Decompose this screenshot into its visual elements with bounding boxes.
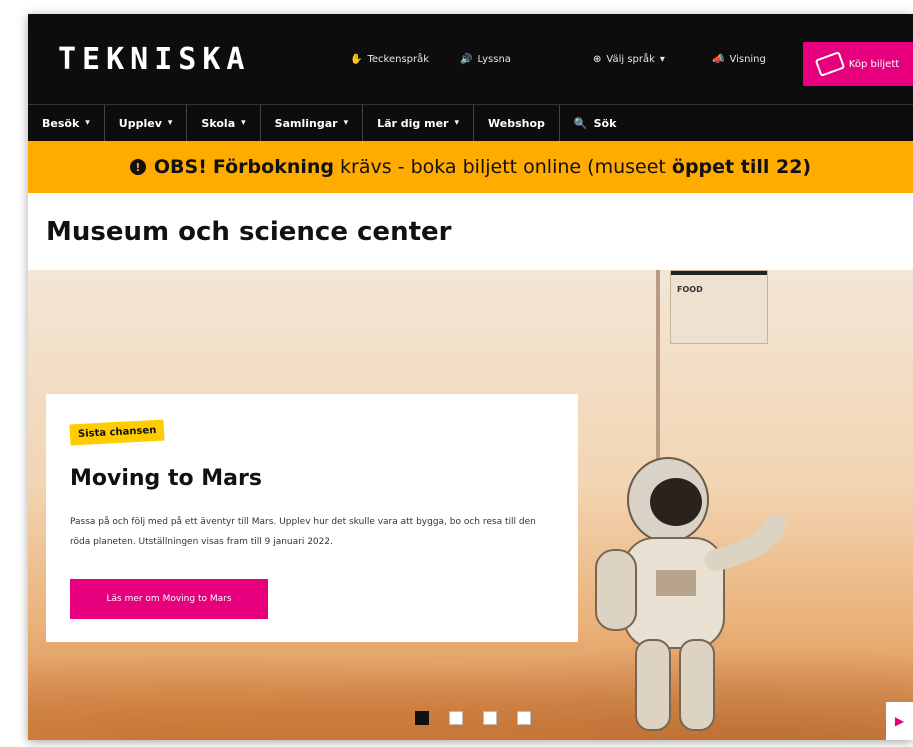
carousel-next-button[interactable]: ▶	[886, 702, 913, 740]
browser-viewport: TEKNISKA ✋ Teckenspråk 🔊 Lyssna ⊕ Välj s…	[28, 14, 913, 740]
carousel-dots	[415, 711, 531, 725]
page-title: Museum och science center	[46, 217, 452, 247]
carousel-dot-3[interactable]	[483, 711, 497, 725]
speaker-icon: 🔊	[460, 54, 473, 65]
util-link-label: Lyssna	[477, 54, 511, 65]
sign-label: FOOD	[677, 285, 703, 294]
chevron-down-icon: ▾	[241, 118, 246, 128]
chevron-down-icon: ▾	[659, 54, 665, 65]
exclamation-icon: !	[129, 159, 146, 175]
nav-item-label: Lär dig mer	[377, 116, 449, 130]
alert-banner: ! OBS! Förbokning krävs - boka biljett o…	[28, 141, 913, 193]
chevron-down-icon: ▾	[343, 118, 349, 128]
nav-item-webshop[interactable]: Webshop	[474, 105, 560, 141]
nav-item-skola[interactable]: Skola ▾	[187, 105, 261, 141]
util-link-label: Visning	[729, 54, 766, 65]
carousel-dot-4[interactable]	[517, 711, 531, 725]
nav-item-label: Besök	[42, 116, 80, 130]
chevron-down-icon: ▾	[454, 118, 460, 128]
hand-icon: ✋	[350, 54, 363, 65]
nav-item-label: Skola	[201, 116, 236, 130]
buy-ticket-button[interactable]: Köp biljett	[803, 42, 913, 86]
nav-item-label: Upplev	[118, 116, 162, 130]
util-link-label: Välj språk	[606, 54, 655, 65]
main-nav: Besök ▾ Upplev ▾ Skola ▾ Samlingar ▾ Lär…	[28, 104, 913, 141]
util-link-language[interactable]: ⊕ Välj språk ▾	[593, 54, 665, 65]
util-link-label: Teckenspråk	[367, 54, 430, 65]
util-link-listen[interactable]: 🔊 Lyssna	[460, 54, 511, 65]
chevron-down-icon: ▾	[85, 118, 90, 128]
last-chance-badge: Sista chansen	[69, 419, 165, 446]
sign-stripe	[671, 271, 767, 275]
buy-ticket-label: Köp biljett	[848, 58, 900, 70]
carousel-dot-2[interactable]	[449, 711, 463, 725]
nav-item-label: Sök	[593, 116, 617, 130]
globe-icon: ⊕	[593, 54, 602, 65]
util-link-visning[interactable]: 📣 Visning	[712, 54, 766, 65]
ticket-icon	[814, 51, 846, 77]
hero-sign: FOOD	[670, 270, 768, 344]
nav-item-samlingar[interactable]: Samlingar ▾	[261, 105, 364, 141]
hero-title: Moving to Mars	[70, 466, 262, 491]
carousel-dot-1[interactable]	[415, 711, 429, 725]
util-link-sign-language[interactable]: ✋ Teckenspråk	[350, 54, 429, 65]
nav-item-lar-dig-mer[interactable]: Lär dig mer ▾	[363, 105, 475, 141]
search-icon: 🔍	[573, 116, 588, 130]
nav-item-label: Webshop	[488, 116, 545, 130]
alert-text: OBS! Förbokning krävs - boka biljett onl…	[153, 156, 812, 178]
astronaut-illustration	[595, 457, 786, 731]
hero-card: Sista chansen Moving to Mars Passa på oc…	[46, 394, 578, 642]
site-logo[interactable]: TEKNISKA	[58, 42, 251, 77]
nav-item-label: Samlingar	[274, 116, 338, 130]
chevron-down-icon: ▾	[167, 118, 173, 128]
nav-item-search[interactable]: 🔍 Sök	[560, 105, 631, 141]
megaphone-icon: 📣	[712, 54, 725, 65]
hero-carousel: FOOD Sista chansen Moving to Mars Passa …	[28, 270, 913, 740]
nav-item-besok[interactable]: Besök ▾	[28, 105, 105, 141]
nav-item-upplev[interactable]: Upplev ▾	[105, 105, 188, 141]
hero-description: Passa på och följ med på ett äventyr til…	[70, 517, 536, 547]
read-more-button[interactable]: Läs mer om Moving to Mars	[70, 579, 268, 619]
play-icon: ▶	[894, 714, 905, 728]
